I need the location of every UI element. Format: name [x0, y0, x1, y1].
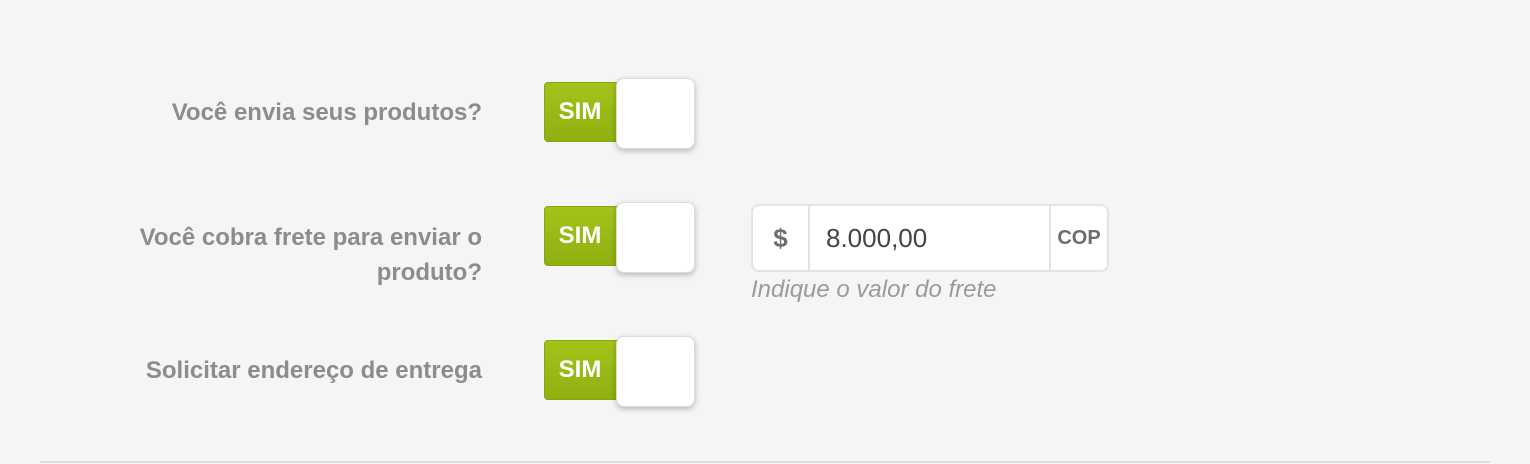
toggle-knob[interactable] — [616, 78, 695, 149]
section-divider — [40, 461, 1490, 463]
toggle-knob[interactable] — [616, 202, 695, 273]
shipping-settings-panel: Você envia seus produtos? SIM Você cobra… — [0, 0, 1530, 464]
ships-products-label: Você envia seus produtos? — [171, 99, 482, 126]
charges-shipping-label: Você cobra frete para enviar o produto? — [139, 224, 482, 286]
currency-code: COP — [1049, 206, 1107, 270]
request-address-toggle[interactable]: SIM — [544, 336, 695, 408]
shipping-price-input-group: $ COP — [751, 204, 1109, 272]
shipping-price-input[interactable] — [812, 206, 1050, 270]
toggle-on-label: SIM — [558, 98, 602, 125]
toggle-on-label: SIM — [558, 356, 602, 383]
charges-shipping-toggle[interactable]: SIM — [544, 202, 695, 274]
ships-products-toggle[interactable]: SIM — [544, 78, 695, 150]
toggle-on-label: SIM — [558, 222, 602, 249]
request-address-label: Solicitar endereço de entrega — [145, 357, 482, 384]
toggle-knob[interactable] — [616, 336, 695, 407]
currency-symbol: $ — [753, 206, 810, 270]
shipping-price-help-text: Indique o valor do frete — [751, 276, 997, 303]
